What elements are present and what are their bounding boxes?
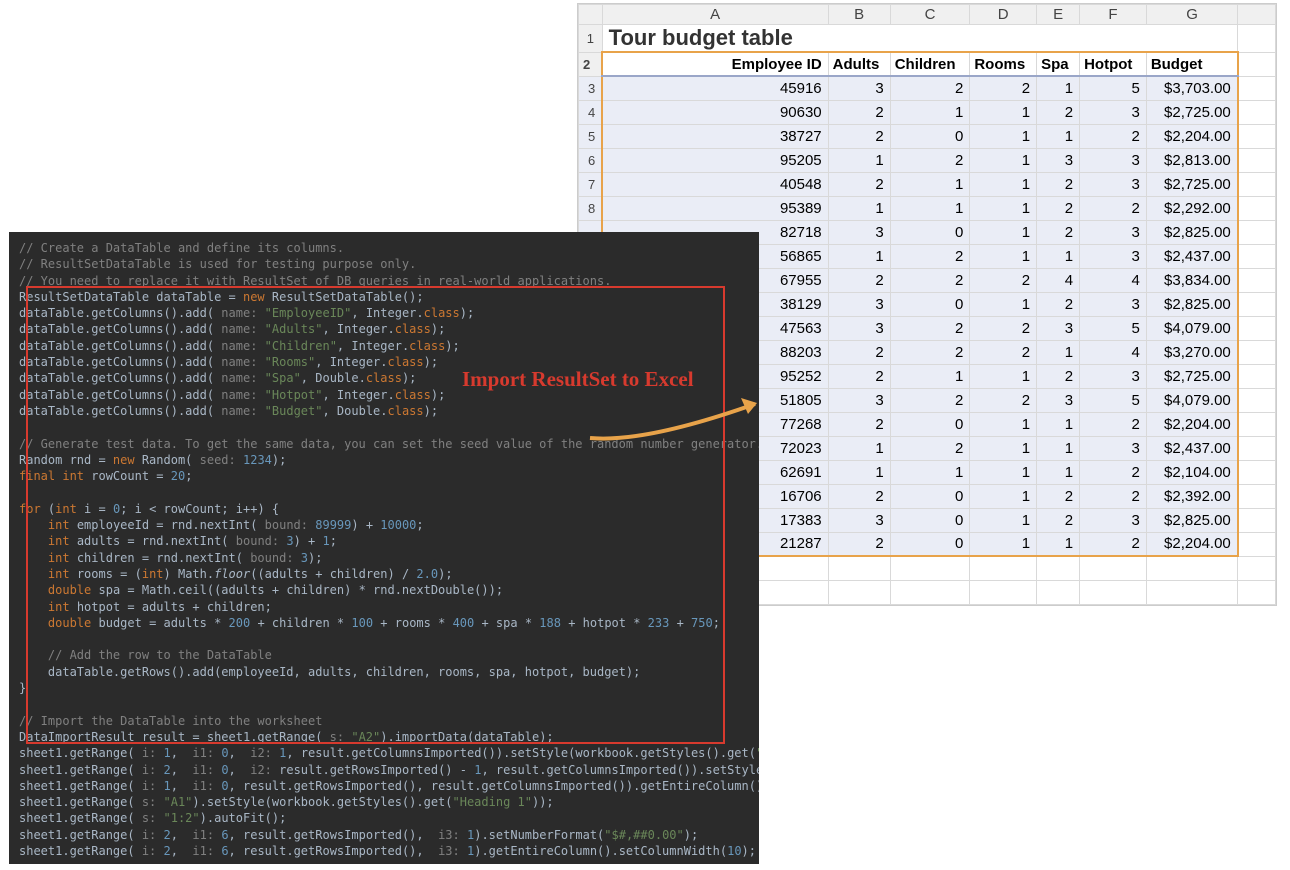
- rowhdr-2[interactable]: 2: [579, 52, 603, 76]
- table-row[interactable]: 4 9063021123$2,725.00: [579, 100, 1276, 124]
- table-row[interactable]: 8 9538911122$2,292.00: [579, 196, 1276, 220]
- colhdr-C[interactable]: C: [890, 5, 970, 25]
- white-bar: [118, 202, 358, 210]
- title-cell[interactable]: Tour budget table: [602, 25, 1238, 53]
- colhdr-H[interactable]: [1238, 5, 1276, 25]
- rowhdr-1[interactable]: 1: [579, 25, 603, 53]
- colhdr-G[interactable]: G: [1146, 5, 1237, 25]
- colhdr-D[interactable]: D: [970, 5, 1037, 25]
- hdr-adults[interactable]: Adults: [828, 52, 890, 76]
- table-row[interactable]: 5 3872720112$2,204.00: [579, 124, 1276, 148]
- corner-cell[interactable]: [579, 5, 603, 25]
- table-row[interactable]: 3 4591632215$3,703.00: [579, 76, 1276, 100]
- table-row[interactable]: 7 4054821123$2,725.00: [579, 172, 1276, 196]
- hdr-budget[interactable]: Budget: [1146, 52, 1237, 76]
- hdr-children[interactable]: Children: [890, 52, 970, 76]
- colhdr-B[interactable]: B: [828, 5, 890, 25]
- colhdr-A[interactable]: A: [602, 5, 828, 25]
- colhdr-E[interactable]: E: [1037, 5, 1080, 25]
- hdr-empid[interactable]: Employee ID: [602, 52, 828, 76]
- row-2[interactable]: 2 Employee ID Adults Children Rooms Spa …: [579, 52, 1276, 76]
- hdr-spa[interactable]: Spa: [1037, 52, 1080, 76]
- annotation-label: Import ResultSet to Excel: [462, 367, 694, 392]
- colhdr-F[interactable]: F: [1080, 5, 1147, 25]
- hdr-hotpot[interactable]: Hotpot: [1080, 52, 1147, 76]
- col-header-row: A B C D E F G: [579, 5, 1276, 25]
- hdr-rooms[interactable]: Rooms: [970, 52, 1037, 76]
- code-editor[interactable]: // Create a DataTable and define its col…: [9, 232, 759, 864]
- table-row[interactable]: 6 9520512133$2,813.00: [579, 148, 1276, 172]
- row-1[interactable]: 1 Tour budget table: [579, 25, 1276, 53]
